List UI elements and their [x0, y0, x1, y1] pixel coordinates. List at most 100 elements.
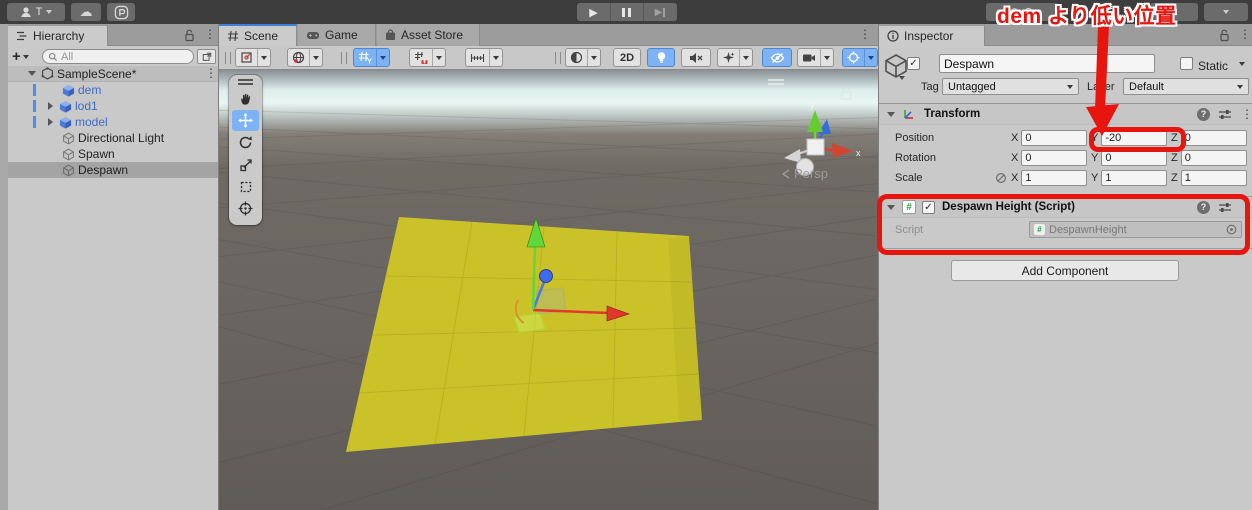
- help-icon[interactable]: ?: [1197, 107, 1210, 121]
- transform-menu-icon[interactable]: ⋮: [1241, 108, 1252, 120]
- gizmo-z-handle[interactable]: [539, 269, 553, 283]
- rotate-tool-button[interactable]: [232, 132, 259, 153]
- view-hand-tool-button[interactable]: [232, 88, 259, 109]
- hierarchy-menu-icon[interactable]: ⋮: [204, 28, 216, 40]
- rect-tool-button[interactable]: [232, 176, 259, 197]
- transform-tool-button[interactable]: [232, 198, 259, 219]
- scale-x-field[interactable]: 1: [1021, 169, 1087, 186]
- foldout-closed-icon[interactable]: [48, 102, 53, 110]
- grid-visibility-button[interactable]: Y: [353, 48, 390, 67]
- plastic-scm-button[interactable]: [107, 3, 135, 21]
- drag-handle-icon[interactable]: [555, 52, 561, 64]
- hierarchy-row-dem[interactable]: dem: [8, 82, 218, 98]
- axis-z-label: Z: [1171, 171, 1178, 184]
- static-checkbox[interactable]: [1180, 57, 1193, 70]
- gizmo-xz-plane-handle[interactable]: [513, 312, 546, 334]
- grid-snapping-button[interactable]: [409, 48, 446, 67]
- scale-z-field[interactable]: 1: [1180, 169, 1247, 186]
- position-x-field[interactable]: 0: [1021, 129, 1087, 146]
- account-button[interactable]: T: [7, 3, 65, 21]
- scale-tool-button[interactable]: [232, 154, 259, 175]
- caret-down-icon[interactable]: [1239, 62, 1245, 66]
- tab-asset-store[interactable]: Asset Store: [377, 24, 480, 46]
- foldout-open-icon[interactable]: [28, 71, 36, 76]
- active-checkbox[interactable]: ✓: [907, 57, 920, 70]
- unlock-icon[interactable]: [1219, 29, 1230, 42]
- overlay-drag-handle-icon[interactable]: [768, 79, 784, 86]
- gizmos-button[interactable]: [842, 48, 878, 67]
- step-bar-icon: [663, 7, 666, 17]
- object-name-value: Despawn: [944, 56, 995, 71]
- effects-icon: [723, 52, 735, 63]
- hierarchy-row-spawn[interactable]: Spawn: [8, 146, 218, 162]
- caret-down-icon: [1067, 84, 1073, 89]
- hierarchy-search-input[interactable]: All: [42, 49, 194, 64]
- add-component-button[interactable]: Add Component: [951, 260, 1179, 281]
- tag-value: Untagged: [948, 80, 996, 93]
- globe-icon: [292, 51, 305, 64]
- foldout-open-icon[interactable]: [887, 111, 895, 117]
- scale-y-field[interactable]: 1: [1101, 169, 1167, 186]
- hierarchy-row-model[interactable]: model: [8, 114, 218, 130]
- hierarchy-row-directional-light[interactable]: Directional Light: [8, 130, 218, 146]
- layer-dropdown[interactable]: Default: [1123, 78, 1249, 95]
- presets-icon[interactable]: [1218, 108, 1232, 121]
- ruler-icon: [470, 53, 485, 62]
- hierarchy-row-despawn-selected[interactable]: Despawn: [8, 162, 218, 178]
- transform-header[interactable]: Transform ? ⋮: [879, 103, 1252, 125]
- check-icon: ✓: [909, 58, 918, 69]
- perspective-indicator[interactable]: Persp: [781, 166, 828, 181]
- drag-handle-icon[interactable]: [225, 52, 231, 64]
- scene-visibility-button[interactable]: [762, 48, 792, 67]
- hierarchy-row-scene[interactable]: SampleScene* ⋮: [8, 66, 218, 82]
- rotation-x-field[interactable]: 0: [1021, 149, 1087, 166]
- drag-handle-icon[interactable]: [341, 52, 347, 64]
- play-button[interactable]: ▶: [578, 3, 611, 21]
- rotation-z-field[interactable]: 0: [1180, 149, 1247, 166]
- annotation-box-script-component: [877, 194, 1250, 255]
- yellow-plane-object[interactable]: [346, 217, 702, 452]
- caret-down-icon: [868, 55, 874, 60]
- move-tool-button[interactable]: [232, 110, 259, 131]
- audio-mute-button[interactable]: [681, 48, 711, 67]
- gameobject-icon[interactable]: [883, 53, 909, 79]
- tool-settings-pivot-button[interactable]: [235, 48, 271, 67]
- rotation-label: Rotation: [895, 151, 936, 164]
- shading-mode-button[interactable]: [565, 48, 601, 67]
- caret-down-icon[interactable]: [899, 76, 905, 80]
- scene-render[interactable]: y x: [219, 70, 878, 510]
- camera-settings-button[interactable]: [797, 48, 834, 67]
- 2d-label: 2D: [619, 51, 635, 64]
- create-button[interactable]: +: [12, 49, 29, 64]
- search-window-button[interactable]: [197, 49, 216, 64]
- tag-dropdown[interactable]: Untagged: [942, 78, 1079, 95]
- bag-icon: [386, 29, 395, 40]
- layout-dropdown[interactable]: [1204, 3, 1248, 21]
- info-icon: [887, 30, 899, 42]
- scene-menu-icon[interactable]: ⋮: [859, 28, 871, 40]
- tab-scene[interactable]: Scene: [219, 24, 297, 46]
- position-z-field[interactable]: 0: [1180, 129, 1247, 146]
- link-disabled-icon[interactable]: [995, 172, 1007, 184]
- snap-increment-button[interactable]: [465, 48, 503, 67]
- tab-inspector[interactable]: Inspector: [879, 24, 985, 46]
- inspector-menu-icon[interactable]: ⋮: [1239, 28, 1251, 40]
- cloud-button[interactable]: ☁: [71, 3, 101, 21]
- pause-button[interactable]: [611, 3, 644, 21]
- scene-lighting-button[interactable]: [647, 48, 675, 67]
- scene-menu-icon[interactable]: ⋮: [205, 67, 217, 79]
- tool-settings-global-button[interactable]: [287, 48, 323, 67]
- 2d-view-button[interactable]: 2D: [613, 48, 641, 67]
- effects-button[interactable]: [717, 48, 753, 67]
- step-button[interactable]: ▶: [644, 3, 677, 21]
- hierarchy-row-lod1[interactable]: lod1: [8, 98, 218, 114]
- foldout-closed-icon[interactable]: [48, 118, 53, 126]
- tab-hierarchy-label: Hierarchy: [33, 29, 85, 43]
- tab-game[interactable]: Game: [298, 24, 376, 46]
- grid-axis-label: Y: [367, 57, 372, 65]
- grid-y-icon: Y: [359, 51, 372, 65]
- overlay-drag-handle-icon[interactable]: [238, 79, 253, 86]
- unlock-icon[interactable]: [184, 29, 195, 42]
- tab-hierarchy[interactable]: Hierarchy: [8, 24, 108, 46]
- scene-viewport[interactable]: y x Persp: [219, 70, 878, 510]
